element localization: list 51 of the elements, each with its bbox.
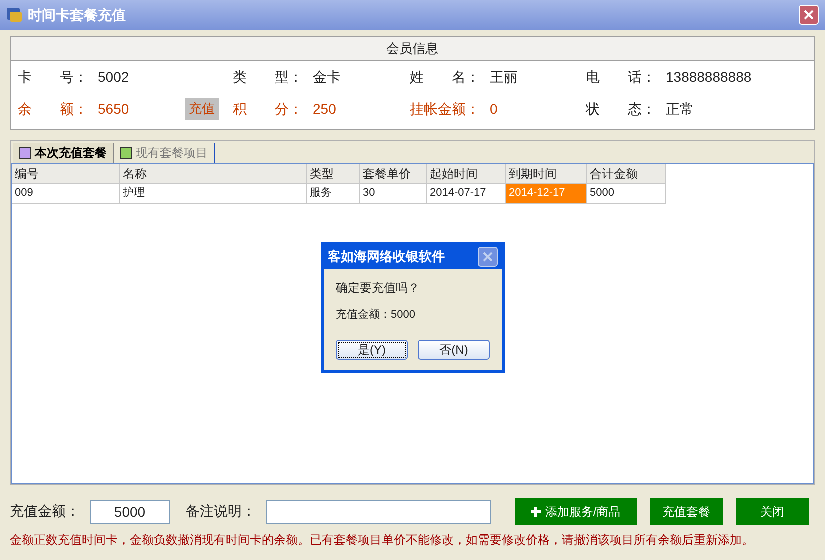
amount-field[interactable]: 5000 [90, 500, 170, 524]
field-label: 挂帐金额： [410, 100, 481, 118]
window-title: 时间卡套餐充值 [28, 6, 126, 24]
field-label: 电 话： [586, 68, 657, 86]
close-button[interactable] [478, 247, 498, 267]
column-header[interactable]: 编号 [12, 164, 120, 184]
field-value: 13888888888 [666, 68, 752, 86]
action-button[interactable]: 关闭 [736, 498, 809, 525]
dialog-title: 客如海网络收银软件 [328, 248, 445, 266]
field-label: 积 分： [233, 100, 304, 118]
field-label: 类 型： [233, 68, 304, 86]
tab[interactable]: 本次充值套餐 [13, 143, 114, 163]
note-field[interactable] [266, 500, 491, 524]
column-header[interactable]: 名称 [120, 164, 307, 184]
column-header[interactable]: 起始时间 [427, 164, 506, 184]
table-cell: 30 [360, 184, 427, 204]
amount-label: 充值金额： [10, 502, 81, 521]
field-label: 余 额： [18, 100, 89, 118]
column-header[interactable]: 到期时间 [506, 164, 587, 184]
column-header[interactable]: 套餐单价 [360, 164, 427, 184]
table-cell: 2014-12-17 [506, 184, 587, 204]
field-value: 正常 [666, 100, 695, 118]
action-button[interactable]: 添加服务/商品 [515, 498, 637, 525]
action-button[interactable]: 充值套餐 [650, 498, 723, 525]
field-value: 0 [490, 100, 499, 118]
table-cell: 5000 [587, 184, 666, 204]
plus-icon [531, 506, 542, 516]
field-value: 金卡 [313, 68, 342, 86]
field-label: 卡 号： [18, 68, 89, 86]
dialog-button[interactable]: 否(N) [418, 340, 490, 360]
table-cell: 2014-07-17 [427, 184, 506, 204]
note-label: 备注说明： [186, 502, 257, 521]
field-value: 5650 [98, 100, 130, 118]
dialog-button[interactable]: 是(Y) [336, 340, 408, 360]
field-value: 5002 [98, 68, 130, 86]
hint-text: 金额正数充值时间卡，金额负数撤消现有时间卡的余额。已有套餐项目单价不能修改，如需要修改价格，请撤消该项目所有余额后重新添加。 [10, 532, 755, 549]
table-cell: 护理 [120, 184, 307, 204]
close-icon [803, 9, 815, 21]
column-header[interactable]: 类型 [307, 164, 360, 184]
dialog-detail: 充值金额：5000 [336, 308, 416, 323]
close-icon [482, 251, 494, 263]
field-value: 250 [313, 100, 338, 118]
table-cell: 服务 [307, 184, 360, 204]
field-label: 姓 名： [410, 68, 481, 86]
dialog-message: 确定要充值吗？ [336, 280, 421, 297]
table-cell: 009 [12, 184, 120, 204]
field-value: 王丽 [490, 68, 519, 86]
column-header[interactable]: 合计金额 [587, 164, 666, 184]
field-label: 状 态： [586, 100, 657, 118]
panel-title: 会员信息 [386, 40, 438, 58]
app-icon [6, 6, 24, 24]
